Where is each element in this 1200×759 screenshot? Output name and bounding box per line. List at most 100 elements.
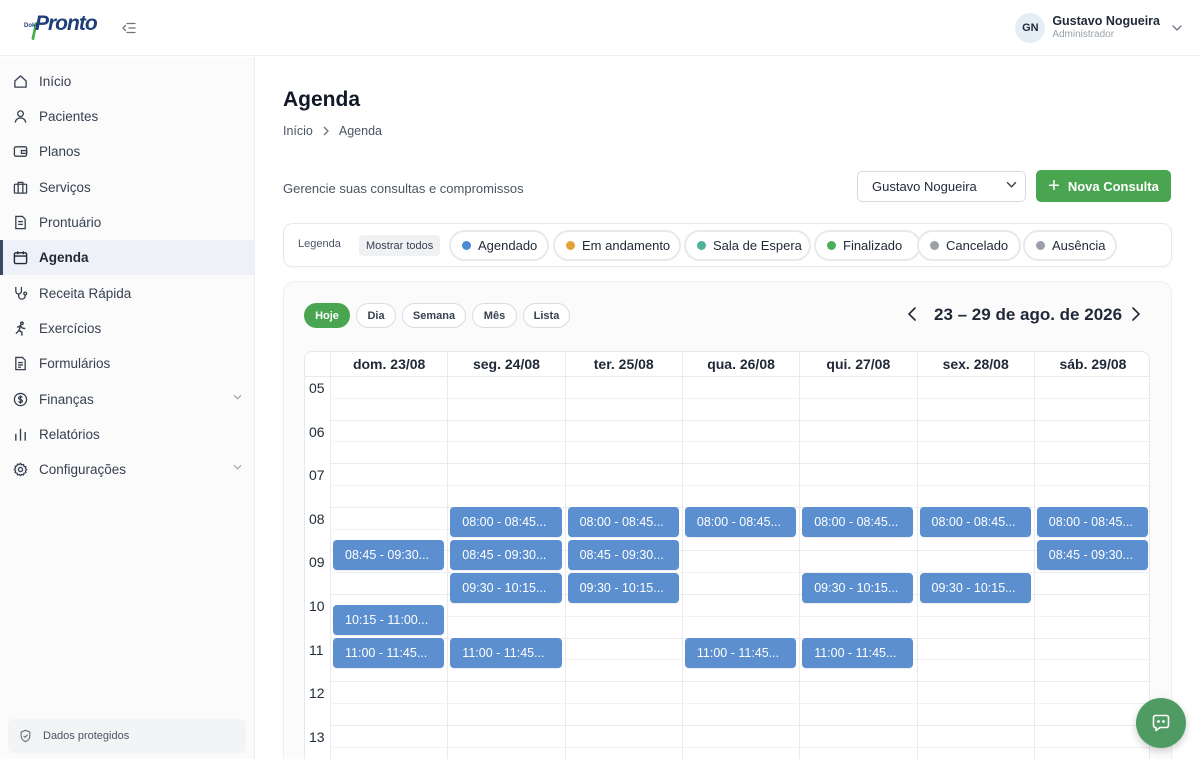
appointment-event[interactable]: 08:45 - 09:30... <box>450 540 562 570</box>
sidebar-item-formularios[interactable]: Formulários <box>0 346 254 381</box>
calendar-icon <box>12 250 28 266</box>
sidebar-item-agenda[interactable]: Agenda <box>0 240 254 275</box>
chat-icon <box>1152 714 1170 732</box>
appointment-event[interactable]: 08:00 - 08:45... <box>450 507 562 538</box>
user-name: Gustavo Nogueira <box>1052 14 1160 28</box>
sidebar-item-pacientes[interactable]: Pacientes <box>0 99 254 134</box>
chevron-down-icon <box>1172 25 1182 31</box>
chevron-right-icon <box>323 126 329 136</box>
sidebar-item-label: Serviços <box>39 180 91 195</box>
sidebar-item-label: Receita Rápida <box>39 286 132 301</box>
status-dot <box>1036 241 1045 250</box>
status-filter-em-andamento[interactable]: Em andamento <box>553 230 681 261</box>
bar-chart-icon <box>12 427 28 443</box>
day-column-divider <box>799 376 801 759</box>
status-legend: Legenda Mostrar todos Agendado Em andame… <box>283 223 1172 267</box>
chat-button[interactable] <box>1136 698 1186 748</box>
appointment-event[interactable]: 09:30 - 10:15... <box>450 572 562 603</box>
hour-label: 11 <box>309 641 324 658</box>
status-filter-cancelado[interactable]: Cancelado <box>917 230 1021 261</box>
view-day-button[interactable]: Dia <box>356 303 396 328</box>
hour-label: 10 <box>309 598 325 614</box>
appointment-event[interactable]: 09:30 - 10:15... <box>802 572 914 603</box>
hour-line <box>330 681 1149 683</box>
breadcrumb: Início Agenda <box>283 124 382 138</box>
sidebar-item-label: Exercícios <box>39 321 102 336</box>
sidebar-item-configuracoes[interactable]: Configurações <box>0 452 254 487</box>
appointment-event[interactable]: 08:45 - 09:30... <box>333 540 445 570</box>
new-appointment-button[interactable]: + Nova Consulta <box>1036 170 1171 202</box>
status-dot <box>462 241 471 250</box>
collapse-sidebar-button[interactable] <box>118 17 140 39</box>
show-all-button[interactable]: Mostrar todos <box>359 235 441 256</box>
status-dot <box>697 241 706 250</box>
sidebar-item-financas[interactable]: Finanças <box>0 382 254 417</box>
data-protected-label: Dados protegidos <box>43 730 130 742</box>
wallet-icon <box>12 144 28 160</box>
sidebar-item-exercicios[interactable]: Exercícios <box>0 311 254 346</box>
avatar: GN <box>1015 13 1046 43</box>
appointment-event[interactable]: 08:45 - 09:30... <box>1036 540 1149 570</box>
appointment-event[interactable]: 08:00 - 08:45... <box>567 507 679 538</box>
appointment-event[interactable]: 11:00 - 11:45... <box>684 638 797 669</box>
previous-week-button[interactable] <box>906 304 918 324</box>
time-gutter-header <box>305 352 330 376</box>
hour-label: 13 <box>309 728 325 745</box>
hour-label: 09 <box>309 554 325 571</box>
header-divider <box>305 376 1149 377</box>
sidebar-item-label: Relatórios <box>39 427 100 442</box>
sidebar-item-prontuario[interactable]: Prontuário <box>0 205 254 240</box>
status-filter-sala-de-espera[interactable]: Sala de Espera <box>684 230 811 261</box>
sidebar-item-planos[interactable]: Planos <box>0 134 254 169</box>
appointment-event[interactable]: 08:45 - 09:30... <box>567 540 679 570</box>
logo[interactable]: Doko Pronto <box>24 12 98 42</box>
form-icon <box>12 356 28 372</box>
doctor-select[interactable]: Gustavo Nogueira <box>857 171 1026 202</box>
sidebar-item-relatorios[interactable]: Relatórios <box>0 417 254 452</box>
user-role: Administrador <box>1052 29 1115 40</box>
view-week-button[interactable]: Semana <box>402 303 466 328</box>
status-filter-finalizado[interactable]: Finalizado <box>814 230 921 261</box>
stethoscope-icon <box>12 286 28 302</box>
next-week-button[interactable] <box>1130 304 1142 324</box>
appointment-event[interactable]: 09:30 - 10:15... <box>919 572 1031 603</box>
breadcrumb-home-link[interactable]: Início <box>283 124 313 138</box>
breadcrumb-current: Agenda <box>338 124 382 138</box>
hour-line <box>330 724 1149 726</box>
appointment-event[interactable]: 09:30 - 10:15... <box>567 572 679 603</box>
day-column-divider <box>916 376 918 759</box>
week-calendar-grid: dom. 23/08 seg. 24/08 ter. 25/08 qua. 26/08… <box>304 351 1150 759</box>
hour-label: 05 <box>309 380 325 396</box>
dollar-icon <box>12 392 28 408</box>
page-subtitle: Gerencie suas consultas e compromissos <box>283 181 524 196</box>
appointment-event[interactable]: 11:00 - 11:45... <box>333 638 445 669</box>
doctor-select-value: Gustavo Nogueira <box>872 179 977 194</box>
status-label: Agendado <box>478 238 538 253</box>
hour-line <box>330 463 1149 465</box>
status-filter-ausencia[interactable]: Ausência <box>1023 230 1117 261</box>
appointment-event[interactable]: 08:00 - 08:45... <box>919 507 1031 538</box>
appointment-event[interactable]: 08:00 - 08:45... <box>1036 507 1149 538</box>
user-menu[interactable]: GN Gustavo Nogueira Administrador <box>1015 12 1182 44</box>
sidebar-item-label: Finanças <box>39 392 94 407</box>
appointment-event[interactable]: 11:00 - 11:45... <box>450 638 562 669</box>
view-list-button[interactable]: Lista <box>523 303 570 328</box>
status-filter-agendado[interactable]: Agendado <box>449 230 549 261</box>
sidebar-item-servicos[interactable]: Serviços <box>0 170 254 205</box>
appointment-event[interactable]: 08:00 - 08:45... <box>684 507 797 538</box>
sidebar-item-label: Pacientes <box>39 109 99 124</box>
new-appointment-label: Nova Consulta <box>1067 178 1159 194</box>
sidebar-item-receita-rapida[interactable]: Receita Rápida <box>0 276 254 311</box>
view-today-button[interactable]: Hoje <box>304 303 350 328</box>
day-header: sáb. 29/08 <box>1033 352 1149 376</box>
shield-icon <box>19 729 32 743</box>
view-month-button[interactable]: Mês <box>472 303 517 328</box>
chevron-right-icon <box>1132 307 1141 321</box>
half-hour-line <box>330 485 1149 486</box>
appointment-event[interactable]: 08:00 - 08:45... <box>802 507 914 538</box>
appointment-event[interactable]: 11:00 - 11:45... <box>802 638 914 669</box>
sidebar: Início Pacientes Planos Serviços Prontuá… <box>0 57 255 759</box>
day-column-divider <box>681 376 683 759</box>
sidebar-item-inicio[interactable]: Início <box>0 64 254 99</box>
appointment-event[interactable]: 10:15 - 11:00... <box>333 605 445 636</box>
